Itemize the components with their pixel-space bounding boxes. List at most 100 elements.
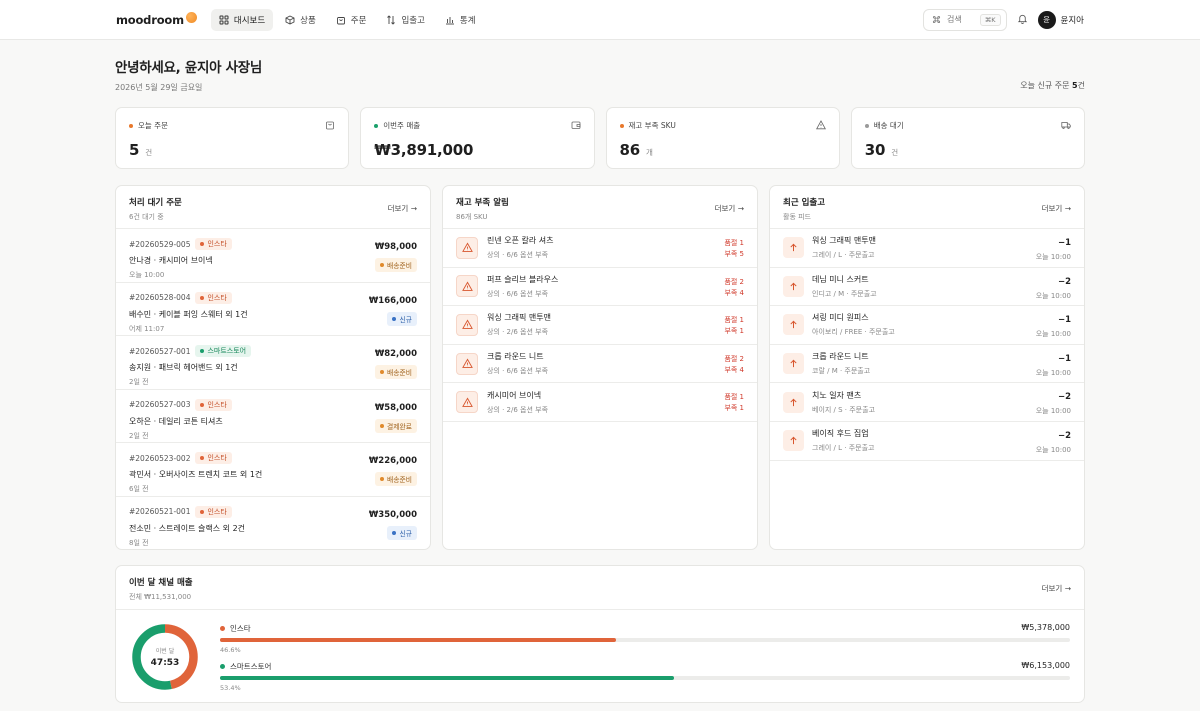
channel-revenue-panel: 이번 달 채널 매출 전체 ₩11,531,000 더보기 → 이번 달 47:… (115, 565, 1085, 703)
io-row[interactable]: 크롭 라운드 니트 코랄 / M · 주문출고 −1 오늘 10:00 (770, 345, 1084, 384)
status-label: 신규 (399, 529, 412, 538)
channel-amount: ₩6,153,000 (1021, 661, 1070, 670)
status-dot (392, 530, 397, 535)
order-row[interactable]: #20260529-005 인스타 안나경 · 캐시미어 브이넥 오늘 10:00 ₩9… (116, 229, 430, 283)
stat-label-text: 오늘 주문 (138, 121, 168, 130)
nav-item-orders[interactable]: 주문 (328, 9, 375, 31)
status-label: 배송준비 (386, 262, 412, 270)
order-customer: 전소민 · 스트레이트 슬랙스 외 2건 (129, 523, 246, 533)
main-nav: 대시보드 상품 주문 입출고 통계 (210, 8, 484, 31)
more-link[interactable]: 더보기 → (1042, 203, 1071, 214)
io-list: 워싱 그래픽 맨투맨 그레이 / L · 주문출고 −1 오늘 10:00 데님 미니 … (770, 229, 1084, 461)
io-time: 오늘 10:00 (1035, 330, 1071, 339)
stock-alert-row[interactable]: 크롭 라운드 니트 상의 · 6/6 옵션 부족 품절 2 부족 4 (443, 345, 757, 384)
warning-icon (456, 352, 478, 375)
status-badge: 결제완료 (374, 418, 417, 433)
channel-percent: 53.4% (220, 684, 241, 692)
io-row[interactable]: 셔링 미디 원피스 아이보리 / FREE · 주문출고 −1 오늘 10:00 (770, 306, 1084, 345)
status-dot (379, 477, 384, 481)
stock-item-text: 크롭 라운드 니트 상의 · 6/6 옵션 부족 (487, 351, 548, 376)
order-customer: 송지원 · 패브릭 헤어밴드 외 1건 (129, 363, 238, 372)
order-time: 어제 11:07 (129, 324, 165, 333)
stat-unit: 건 (145, 148, 152, 157)
new-orders-summary: 오늘 신규 주문 5건 (1020, 80, 1085, 91)
status-badge: 신규 (387, 525, 417, 540)
order-id: #20260529-005 (129, 239, 191, 249)
out-of-stock-count: 품절 1 (724, 239, 744, 247)
panel-title: 처리 대기 주문 (129, 198, 182, 208)
stat-label-text: 이번주 매출 (383, 121, 421, 130)
stat-card-today-orders[interactable]: 오늘 주문 5건 (115, 107, 350, 169)
panel-subtitle: 86개 SKU (456, 213, 488, 221)
channel-badge: 인스타 (195, 291, 232, 304)
order-id: #20260521-001 (129, 507, 191, 516)
user-menu[interactable]: 윤 윤지아 (1037, 10, 1084, 29)
io-row[interactable]: 치노 일자 팬츠 베이지 / S · 주문출고 −2 오늘 10:00 (770, 383, 1084, 422)
channel-badge: 인스타 (195, 238, 232, 250)
stock-alert-row[interactable]: 캐시미어 브이넥 상의 · 2/6 옵션 부족 품절 1 부족 1 (443, 383, 757, 422)
stat-number: 86 (619, 141, 641, 159)
order-row[interactable]: #20260527-001 스마트스토어 송지원 · 패브릭 헤어밴드 외 1건 2일… (116, 336, 430, 390)
warning-icon (456, 236, 478, 259)
stat-card-shipping[interactable]: 배송 대기 30 건 (850, 107, 1085, 169)
stock-item-text: 린넨 오픈 칼라 셔츠 상의 · 6/6 옵션 부족 (487, 235, 554, 260)
io-time: 오늘 10:00 (1035, 407, 1071, 416)
stock-alert-row[interactable]: 린넨 오픈 칼라 셔츠 상의 · 6/6 옵션 부족 품절 1 부족 5 (443, 229, 757, 268)
stock-alert-row[interactable]: 퍼프 슬리브 블라우스 상의 · 6/6 옵션 부족 품절 2 부족 4 (443, 268, 757, 307)
panel-title: 최근 입출고 (783, 198, 826, 208)
channel-name: 인스타 (207, 240, 227, 248)
search-button[interactable]: 검색 ⌘K (923, 8, 1007, 31)
stat-card-low-stock[interactable]: 재고 부족 SKU 86 개 (605, 107, 840, 169)
io-item-text: 데님 미니 스커트 인디고 / M · 주문출고 (812, 274, 877, 299)
order-id-row: #20260527-001 스마트스토어 (129, 345, 417, 357)
more-link[interactable]: 더보기 → (715, 203, 744, 214)
recent-io-panel: 최근 입출고 활동 피드 더보기 → 워싱 그래픽 맨투맨 그레이 / L · 주… (769, 185, 1085, 550)
item-sub: 인디고 / M · 주문출고 (812, 289, 877, 298)
donut-value: 47:53 (150, 658, 180, 668)
stock-item-text: 퍼프 슬리브 블라우스 상의 · 6/6 옵션 부족 (487, 274, 558, 299)
nav-item-dashboard[interactable]: 대시보드 (210, 8, 274, 31)
out-of-stock-count: 품절 1 (724, 316, 744, 325)
channel-bar-track (220, 638, 1070, 642)
order-row[interactable]: #20260528-004 인스타 배수민 · 케이블 퍼잉 스웨터 외 1건 어제 … (116, 283, 430, 336)
io-meta: −2 오늘 10:00 (1036, 431, 1071, 455)
status-badge: 배송준비 (374, 365, 417, 379)
out-of-stock-count: 품절 2 (724, 354, 744, 363)
order-row[interactable]: #20260521-001 인스타 전소민 · 스트레이트 슬랙스 외 2건 8일 전… (116, 497, 430, 550)
io-time: 오늘 10:00 (1035, 253, 1071, 261)
user-name: 윤지아 (1060, 15, 1084, 26)
panel-subtitle: 전체 ₩11,531,000 (129, 593, 192, 601)
more-link[interactable]: 더보기 → (1042, 583, 1071, 594)
order-amount: ₩82,000 (374, 349, 417, 359)
order-id: #20260527-001 (129, 346, 191, 356)
nav-item-products[interactable]: 상품 (277, 9, 324, 31)
order-row[interactable]: #20260523-002 인스타 곽민서 · 오버사이즈 트렌치 코트 외 1건 6… (116, 443, 430, 497)
status-label: 신규 (399, 315, 412, 324)
main-content: 안녕하세요, 윤지아 사장님 2026년 5월 29일 금요일 오늘 신규 주문… (0, 56, 1200, 703)
status-dot (379, 370, 384, 374)
notification-button[interactable] (1017, 13, 1028, 27)
channel-bar-head: 스마트스토어 (220, 661, 1070, 672)
io-row[interactable]: 베이직 후드 집업 그레이 / L · 주문출고 −2 오늘 10:00 (770, 422, 1084, 461)
status-dot (374, 123, 379, 128)
more-link[interactable]: 더보기 → (388, 203, 417, 214)
item-sub: 상의 · 6/6 옵션 부족 (487, 251, 549, 260)
nav-item-stats[interactable]: 통계 (437, 9, 484, 31)
item-name: 워싱 그래픽 맨투맨 (487, 313, 551, 323)
brand-logo[interactable]: moodroom (116, 12, 197, 27)
bag-icon (336, 16, 345, 24)
low-stock-count: 부족 1 (724, 327, 744, 336)
io-row[interactable]: 데님 미니 스커트 인디고 / M · 주문출고 −2 오늘 10:00 (770, 268, 1084, 307)
stat-card-weekly-sales[interactable]: 이번주 매출 ₩3,891,000 (360, 107, 595, 169)
page-date: 2026년 5월 29일 금요일 (115, 83, 203, 92)
nav-item-inventory[interactable]: 입출고 (378, 9, 432, 31)
arrow-up-icon (783, 430, 804, 452)
warning-icon (815, 120, 826, 130)
channel-name: 인스타 (230, 624, 251, 633)
item-sub: 베이지 / S · 주문출고 (812, 405, 876, 414)
panel-header: 최근 입출고 활동 피드 더보기 → (770, 186, 1084, 229)
io-row[interactable]: 워싱 그래픽 맨투맨 그레이 / L · 주문출고 −1 오늘 10:00 (770, 229, 1084, 268)
panel-columns: 처리 대기 주문 6건 대기 중 더보기 → #20260529-005 인스타 안… (115, 185, 1085, 550)
stock-alert-row[interactable]: 워싱 그래픽 맨투맨 상의 · 2/6 옵션 부족 품절 1 부족 1 (443, 306, 757, 345)
order-row[interactable]: #20260527-003 인스타 오하은 · 데일리 코튼 티셔츠 2일 전 ₩58,… (116, 390, 430, 443)
